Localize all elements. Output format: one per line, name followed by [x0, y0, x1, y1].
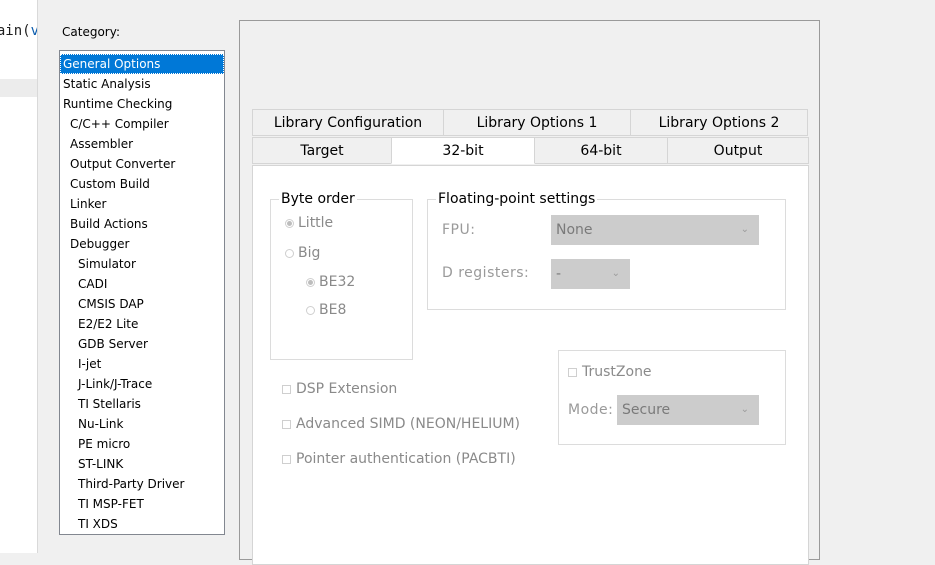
tab-32-bit[interactable]: 32-bit	[391, 137, 535, 164]
category-item[interactable]: Assembler	[60, 134, 224, 154]
tab-row-library: Library Configuration Library Options 1 Li…	[252, 109, 808, 137]
category-item[interactable]: PE micro	[60, 434, 224, 454]
category-item[interactable]: TI MSP-FET	[60, 494, 224, 514]
category-item[interactable]: ST-LINK	[60, 454, 224, 474]
radio-be8-indicator	[306, 305, 315, 315]
d-registers-select-value: -	[556, 266, 562, 282]
category-list[interactable]: General Options Static Analysis Runtime Ch…	[59, 50, 225, 535]
category-item[interactable]: TI Stellaris	[60, 394, 224, 414]
trustzone-box	[568, 367, 577, 377]
dsp-extension-label: DSP Extension	[296, 381, 398, 397]
tab-64-bit[interactable]: 64-bit	[534, 137, 668, 164]
category-item[interactable]: GDB Server	[60, 334, 224, 354]
category-item[interactable]: CMSIS DAP	[60, 294, 224, 314]
radio-be32[interactable]: BE32	[306, 274, 355, 290]
radio-little-indicator	[285, 218, 294, 228]
tab-row-target: Target 32-bit 64-bit Output	[252, 137, 809, 165]
category-item[interactable]: Simulator	[60, 254, 224, 274]
category-item[interactable]: TI XDS	[60, 514, 224, 534]
category-item[interactable]: E2/E2 Lite	[60, 314, 224, 334]
code-line-highlight	[0, 79, 37, 97]
category-item[interactable]: Debugger	[60, 234, 224, 254]
radio-big[interactable]: Big	[285, 245, 320, 261]
category-item[interactable]: J-Link/J-Trace	[60, 374, 224, 394]
floating-point-legend: Floating-point settings	[438, 191, 596, 207]
advanced-simd-label: Advanced SIMD (NEON/HELIUM)	[296, 416, 521, 432]
category-item[interactable]: Runtime Checking	[60, 94, 224, 114]
radio-be8-label: BE8	[319, 302, 347, 318]
category-item[interactable]: CADI	[60, 274, 224, 294]
mode-select-value: Secure	[622, 402, 671, 418]
tab-target[interactable]: Target	[252, 137, 392, 164]
radio-be32-label: BE32	[319, 274, 356, 290]
code-fragment: ain(v	[0, 23, 37, 39]
fpu-label: FPU:	[442, 222, 476, 238]
chevron-down-icon: ⌄	[740, 404, 749, 415]
radio-little[interactable]: Little	[285, 215, 333, 231]
fpu-select-value: None	[556, 222, 593, 238]
code-paren-text: v	[31, 23, 37, 39]
radio-big-indicator	[285, 248, 294, 258]
category-label: Category:	[62, 25, 120, 39]
tab-library-options-1[interactable]: Library Options 1	[443, 109, 631, 136]
byte-order-legend: Byte order	[281, 191, 355, 207]
dsp-extension-checkbox[interactable]: DSP Extension	[282, 381, 397, 397]
dsp-extension-box	[282, 384, 291, 394]
tab-page-32bit: Byte order Little Big BE32 BE8 Floating-…	[252, 165, 809, 565]
category-item[interactable]: Linker	[60, 194, 224, 214]
tab-library-options-2[interactable]: Library Options 2	[630, 109, 808, 136]
radio-big-label: Big	[298, 245, 321, 261]
chevron-down-icon: ⌄	[740, 224, 749, 235]
tab-library-configuration[interactable]: Library Configuration	[252, 109, 444, 136]
d-registers-label: D registers:	[442, 265, 530, 281]
category-item[interactable]: Third-Party Driver	[60, 474, 224, 494]
d-registers-select[interactable]: - ⌄	[551, 259, 630, 289]
pointer-auth-label: Pointer authentication (PACBTI)	[296, 451, 516, 467]
options-panel: Library Configuration Library Options 1 Li…	[239, 20, 820, 565]
trustzone-label: TrustZone	[582, 364, 652, 380]
radio-be8[interactable]: BE8	[306, 302, 346, 318]
category-item[interactable]: Build Actions	[60, 214, 224, 234]
mode-select[interactable]: Secure ⌄	[617, 395, 759, 425]
category-item[interactable]: Nu-Link	[60, 414, 224, 434]
radio-be32-indicator	[306, 277, 315, 287]
trustzone-checkbox[interactable]: TrustZone	[568, 364, 652, 380]
pointer-auth-box	[282, 454, 291, 464]
advanced-simd-checkbox[interactable]: Advanced SIMD (NEON/HELIUM)	[282, 416, 520, 432]
category-item[interactable]: Static Analysis	[60, 74, 224, 94]
fpu-select[interactable]: None ⌄	[551, 215, 759, 245]
pointer-auth-checkbox[interactable]: Pointer authentication (PACBTI)	[282, 451, 516, 467]
category-item[interactable]: C/C++ Compiler	[60, 114, 224, 134]
tab-output[interactable]: Output	[667, 137, 809, 164]
category-item[interactable]: Custom Build	[60, 174, 224, 194]
advanced-simd-box	[282, 419, 291, 429]
floating-point-group: Floating-point settings	[427, 191, 786, 310]
category-item[interactable]: Output Converter	[60, 154, 224, 174]
category-item[interactable]: I-jet	[60, 354, 224, 374]
mode-label: Mode:	[568, 402, 614, 418]
radio-little-label: Little	[298, 215, 334, 231]
chevron-down-icon: ⌄	[611, 268, 620, 279]
code-fragment-text: ain(	[0, 23, 31, 39]
code-editor-strip: ain(v	[0, 0, 38, 553]
category-item[interactable]: General Options	[60, 54, 224, 74]
